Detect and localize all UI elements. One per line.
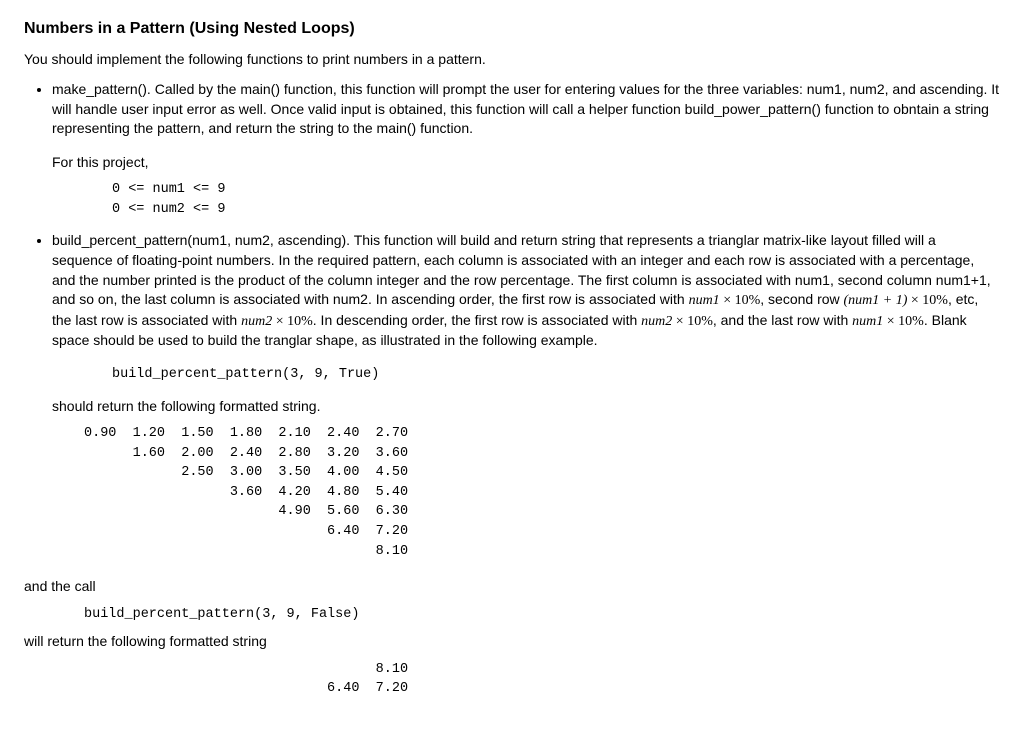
math-num2-b: num2 [641, 314, 672, 329]
math-num1-b: num1 [852, 314, 883, 329]
for-this-project: For this project, [52, 153, 1000, 173]
function-list: make_pattern(). Called by the main() fun… [24, 80, 1000, 385]
math-10pct-e: × 10% [883, 314, 924, 329]
output-descending: 8.10 6.40 7.20 [84, 660, 1000, 699]
should-return: should return the following formatted st… [52, 397, 1000, 417]
bpp-text-5: , and the last row with [713, 312, 852, 328]
math-10pct-a: × 10% [720, 293, 761, 308]
intro-paragraph: You should implement the following funct… [24, 50, 1000, 70]
math-10pct-d: × 10% [672, 314, 713, 329]
make-pattern-desc: make_pattern(). Called by the main() fun… [52, 81, 999, 136]
math-num2-a: num2 [241, 314, 272, 329]
call-false: build_percent_pattern(3, 9, False) [84, 605, 1000, 625]
math-num1plus1: (num1 + 1) [844, 293, 908, 308]
will-return: will return the following formatted stri… [24, 632, 1000, 652]
bpp-text-2: , second row [760, 291, 843, 307]
math-10pct-b: × 10% [907, 293, 948, 308]
math-10pct-c: × 10% [272, 314, 313, 329]
page-title: Numbers in a Pattern (Using Nested Loops… [24, 18, 1000, 40]
output-ascending: 0.90 1.20 1.50 1.80 2.10 2.40 2.70 1.60 … [84, 424, 1000, 561]
and-the-call: and the call [24, 577, 1000, 597]
bullet-build-percent-pattern: build_percent_pattern(num1, num2, ascend… [52, 231, 1000, 384]
math-num1-a: num1 [689, 293, 720, 308]
call-true: build_percent_pattern(3, 9, True) [112, 365, 1000, 385]
bpp-text-4: . In descending order, the first row is … [313, 312, 641, 328]
range-constraints: 0 <= num1 <= 9 0 <= num2 <= 9 [112, 180, 1000, 219]
bullet-make-pattern: make_pattern(). Called by the main() fun… [52, 80, 1000, 220]
